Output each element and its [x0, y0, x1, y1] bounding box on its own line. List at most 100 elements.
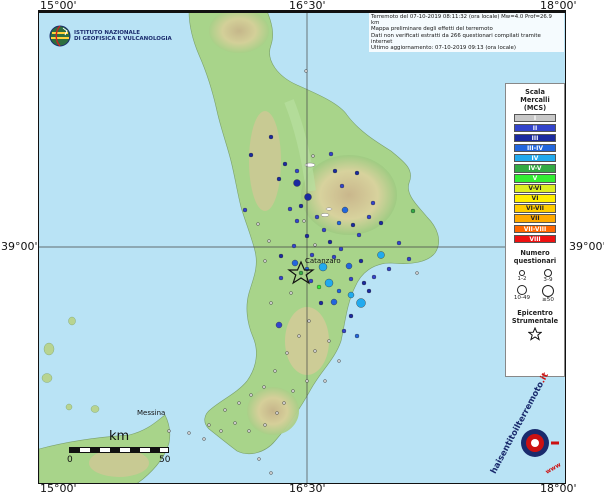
intensity-point[interactable]: [327, 339, 331, 343]
intensity-point[interactable]: [313, 349, 317, 353]
intensity-point[interactable]: [308, 278, 314, 284]
intensity-point[interactable]: [370, 200, 376, 206]
intensity-point[interactable]: [348, 313, 354, 319]
intensity-point[interactable]: [237, 401, 241, 405]
intensity-point[interactable]: [207, 423, 211, 427]
intensity-point[interactable]: [247, 429, 251, 433]
intensity-point[interactable]: [248, 152, 254, 158]
intensity-point[interactable]: [347, 291, 355, 299]
intensity-point[interactable]: [336, 220, 342, 226]
intensity-point[interactable]: [323, 379, 327, 383]
intensity-point[interactable]: [278, 253, 284, 259]
intensity-point[interactable]: [269, 471, 273, 475]
intensity-point[interactable]: [410, 208, 416, 214]
intensity-point[interactable]: [305, 379, 309, 383]
mcs-level-7: V: [514, 174, 556, 183]
intensity-point[interactable]: [233, 421, 237, 425]
intensity-point[interactable]: [291, 389, 295, 393]
intensity-point[interactable]: [273, 369, 277, 373]
intensity-point[interactable]: [366, 214, 372, 220]
intensity-point[interactable]: [354, 333, 360, 339]
intensity-point[interactable]: [311, 154, 315, 158]
intensity-point[interactable]: [256, 222, 260, 226]
intensity-point[interactable]: [257, 457, 261, 461]
intensity-point[interactable]: [291, 259, 299, 267]
intensity-point[interactable]: [269, 301, 273, 305]
intensity-point[interactable]: [371, 274, 377, 280]
intensity-point[interactable]: [304, 69, 308, 73]
intensity-point[interactable]: [328, 151, 334, 157]
intensity-point[interactable]: [267, 239, 271, 243]
logo-line-2: DI GEOFISICA E VULCANOLOGIA: [74, 36, 172, 42]
hsit-logo[interactable]: haisentitoilterremoto.it www: [489, 371, 563, 479]
intensity-point[interactable]: [242, 207, 248, 213]
intensity-point[interactable]: [275, 321, 283, 329]
intensity-point[interactable]: [341, 206, 349, 214]
intensity-point[interactable]: [294, 168, 300, 174]
map-area[interactable]: ISTITUTO NAZIONALE DI GEOFISICA E VULCAN…: [38, 10, 566, 484]
intensity-point[interactable]: [406, 256, 412, 262]
q-label-4: ≥50: [542, 297, 554, 304]
intensity-point[interactable]: [316, 284, 322, 290]
intensity-point[interactable]: [249, 393, 253, 397]
intensity-point[interactable]: [361, 280, 367, 286]
intensity-point[interactable]: [289, 291, 293, 295]
intensity-point[interactable]: [341, 328, 347, 334]
intensity-point[interactable]: [318, 300, 324, 306]
intensity-point[interactable]: [313, 243, 317, 247]
intensity-point[interactable]: [415, 271, 419, 275]
intensity-point[interactable]: [354, 170, 360, 176]
intensity-point[interactable]: [298, 203, 304, 209]
intensity-point[interactable]: [202, 437, 206, 441]
intensity-point[interactable]: [276, 176, 282, 182]
intensity-point[interactable]: [297, 334, 301, 338]
mcs-level-11: VII: [514, 214, 556, 224]
intensity-point[interactable]: [298, 270, 304, 276]
intensity-point[interactable]: [287, 206, 293, 212]
mcs-level-10: VI-VII: [514, 204, 556, 213]
intensity-point[interactable]: [275, 411, 279, 415]
intensity-point[interactable]: [285, 351, 289, 355]
intensity-point[interactable]: [304, 193, 312, 201]
intensity-point[interactable]: [366, 288, 372, 294]
intensity-point[interactable]: [350, 222, 356, 228]
intensity-point[interactable]: [338, 246, 344, 252]
scale-zero: 0: [67, 455, 73, 465]
intensity-point[interactable]: [356, 232, 362, 238]
intensity-point[interactable]: [321, 227, 327, 233]
intensity-point[interactable]: [167, 429, 171, 433]
intensity-point[interactable]: [268, 134, 274, 140]
intensity-point[interactable]: [332, 168, 338, 174]
intensity-point[interactable]: [358, 258, 364, 264]
intensity-point[interactable]: [377, 251, 385, 259]
intensity-point[interactable]: [291, 243, 297, 249]
intensity-point[interactable]: [356, 298, 366, 308]
intensity-point[interactable]: [282, 401, 286, 405]
intensity-point[interactable]: [336, 288, 342, 294]
intensity-point[interactable]: [187, 431, 191, 435]
intensity-point[interactable]: [294, 218, 300, 224]
intensity-point[interactable]: [263, 259, 267, 263]
intensity-point[interactable]: [293, 179, 301, 187]
intensity-point[interactable]: [330, 298, 338, 306]
intensity-point[interactable]: [304, 233, 310, 239]
intensity-point[interactable]: [223, 408, 227, 412]
legend-panel: Scala Mercalli (MCS) I II III III-IV IV IV-V V…: [505, 83, 565, 377]
intensity-point[interactable]: [282, 161, 288, 167]
intensity-point[interactable]: [262, 385, 266, 389]
intensity-point[interactable]: [314, 214, 320, 220]
intensity-point[interactable]: [263, 423, 267, 427]
intensity-point[interactable]: [396, 240, 402, 246]
intensity-point[interactable]: [345, 262, 353, 270]
intensity-point[interactable]: [327, 239, 333, 245]
intensity-point[interactable]: [337, 359, 341, 363]
intensity-point[interactable]: [278, 275, 284, 281]
intensity-point[interactable]: [307, 319, 311, 323]
intensity-point[interactable]: [324, 278, 334, 288]
intensity-point[interactable]: [339, 183, 345, 189]
intensity-point[interactable]: [348, 276, 354, 282]
intensity-point[interactable]: [386, 266, 392, 272]
intensity-point[interactable]: [378, 220, 384, 226]
intensity-point[interactable]: [219, 429, 223, 433]
intensity-point[interactable]: [302, 219, 306, 223]
